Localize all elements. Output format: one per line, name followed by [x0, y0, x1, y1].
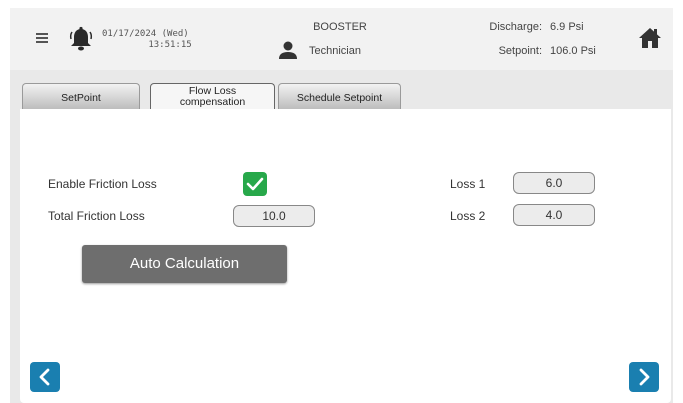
setpoint-value: 106.0 Psi	[550, 45, 596, 57]
total-friction-loss-field[interactable]: 10.0	[233, 205, 315, 227]
header-bar: 01/17/2024 (Wed) 13:51:15 BOOSTER Techni…	[10, 8, 673, 70]
screen-frame: 01/17/2024 (Wed) 13:51:15 BOOSTER Techni…	[10, 8, 673, 403]
enable-friction-loss-checkbox[interactable]	[243, 172, 267, 196]
discharge-value: 6.9 Psi	[550, 21, 584, 33]
tab-setpoint-label: SetPoint	[61, 92, 101, 104]
discharge-label: Discharge:	[489, 21, 542, 33]
loss2-label: Loss 2	[450, 209, 486, 223]
bell-icon[interactable]	[69, 26, 93, 52]
checkmark-icon	[246, 177, 264, 191]
date-text: 01/17/2024 (Wed)	[102, 29, 189, 39]
enable-friction-loss-label: Enable Friction Loss	[48, 177, 157, 191]
tab-schedule-setpoint-label: Schedule Setpoint	[296, 92, 383, 104]
chevron-right-icon	[639, 368, 650, 386]
loss1-field[interactable]: 6.0	[513, 172, 595, 194]
tab-setpoint[interactable]: SetPoint	[22, 83, 140, 109]
content-panel: Enable Friction Loss Total Friction Loss…	[20, 109, 671, 403]
system-name: BOOSTER	[313, 21, 367, 33]
user-role: Technician	[309, 45, 361, 57]
prev-page-button[interactable]	[30, 362, 60, 392]
next-page-button[interactable]	[629, 362, 659, 392]
tab-flow-loss-compensation[interactable]: Flow Loss compensation	[150, 83, 275, 109]
time-text: 13:51:15	[148, 40, 192, 50]
loss2-field[interactable]: 4.0	[513, 204, 595, 226]
loss1-label: Loss 1	[450, 177, 486, 191]
total-friction-loss-label: Total Friction Loss	[48, 209, 145, 223]
home-icon[interactable]	[638, 26, 662, 50]
auto-calculation-button[interactable]: Auto Calculation	[82, 245, 287, 283]
menu-icon[interactable]	[36, 33, 48, 43]
tab-flow-loss-line2: compensation	[179, 96, 246, 108]
user-icon	[279, 41, 297, 59]
tab-schedule-setpoint[interactable]: Schedule Setpoint	[278, 83, 401, 109]
chevron-left-icon	[39, 368, 50, 386]
datetime: 01/17/2024 (Wed) 13:51:15	[102, 29, 212, 51]
tab-flow-loss-label: Flow Loss compensation	[151, 84, 274, 108]
setpoint-label: Setpoint:	[498, 45, 542, 57]
